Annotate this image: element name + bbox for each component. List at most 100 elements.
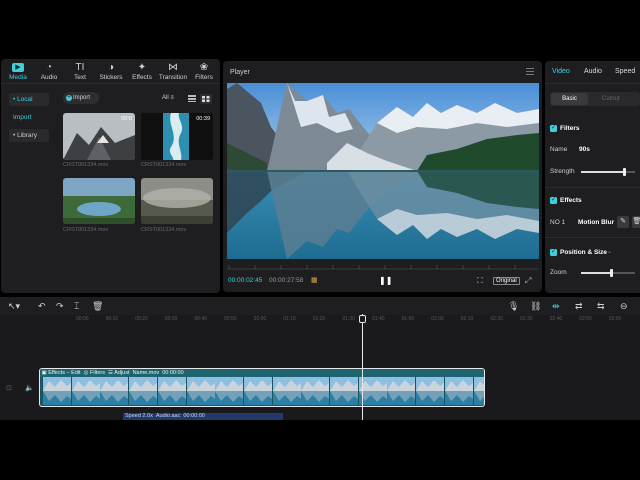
trash-icon[interactable]: 🗑: [92, 301, 103, 311]
audio-time: 00:00:00: [183, 413, 205, 419]
zoom-slider[interactable]: [581, 269, 635, 277]
video-preview[interactable]: [227, 83, 539, 259]
ruler-tick: 01:30: [342, 316, 355, 322]
playhead[interactable]: [362, 314, 363, 420]
microphone-icon[interactable]: 🎙: [508, 301, 519, 311]
video-clip[interactable]: ▣ Effects – Edit ◎ Filters ☰ Adjust Name…: [39, 368, 485, 407]
sidebar-item-import[interactable]: Import: [9, 111, 49, 124]
tabs-divider: [1, 83, 220, 84]
fullscreen-icon[interactable]: ⤢: [525, 276, 531, 286]
cover-icon[interactable]: ⊡: [6, 384, 12, 392]
mute-icon[interactable]: 🔈: [25, 384, 34, 392]
strength-slider[interactable]: [581, 168, 635, 176]
ruler-tick: 00:30: [164, 316, 178, 322]
player-panel: Player 00:00:02:45 00:00:27:58 ▦ ❚❚ ⛶ Or…: [223, 61, 542, 292]
snap-icon[interactable]: ⇄: [575, 301, 583, 311]
tab-effects[interactable]: ✦ Effects: [127, 59, 157, 85]
audio-name: Audio.aac: [155, 413, 181, 419]
tab-filters[interactable]: ❀ Filters: [189, 59, 219, 85]
strength-knob[interactable]: [623, 168, 627, 176]
audio-icon: ◔: [45, 62, 53, 73]
media-item[interactable]: [63, 178, 135, 224]
grid-view-icon[interactable]: [200, 94, 212, 104]
media-item[interactable]: 00:0: [63, 113, 135, 160]
media-name: CRST001334.mov: [141, 227, 187, 233]
position-size-label: Position & Size: [560, 249, 607, 256]
thumbnail-lake: [63, 178, 135, 224]
ruler-tick: 00:40: [194, 316, 207, 322]
undo-icon[interactable]: ↶: [38, 301, 46, 311]
list-view-icon[interactable]: [188, 95, 196, 102]
segment-cutout[interactable]: Cutout: [602, 92, 620, 106]
media-name: CRST001334.mov: [63, 227, 109, 233]
media-item[interactable]: 00:39: [141, 113, 213, 160]
playhead-handle[interactable]: [359, 315, 366, 323]
effects-label: Effects: [560, 197, 582, 204]
position-checkbox[interactable]: ✓: [550, 249, 557, 256]
clip-frame: [330, 377, 358, 405]
total-time: 00:00:27:58: [269, 277, 304, 284]
delete-icon[interactable]: 🗑: [632, 216, 640, 228]
tab-video[interactable]: Video: [552, 68, 570, 75]
ruler-tick: 01:00: [253, 316, 267, 322]
grid-icon[interactable]: ▦: [311, 276, 318, 284]
zoom-out-icon[interactable]: ⊖: [620, 301, 628, 311]
edit-icon[interactable]: ✎: [617, 216, 629, 228]
split-icon[interactable]: ⌶: [74, 301, 79, 311]
media-item[interactable]: [141, 178, 213, 224]
filters-tag-icon: ◎: [83, 370, 89, 376]
ruler-tick: 01:20: [312, 316, 326, 322]
sidebar-item-library[interactable]: • Library: [9, 129, 49, 142]
effects-checkbox[interactable]: ✓: [550, 197, 557, 204]
magnet-icon[interactable]: ⇹: [552, 301, 560, 311]
pause-icon[interactable]: ❚❚: [379, 276, 392, 285]
adjust-tag-icon: ☰: [108, 370, 113, 376]
import-button[interactable]: + Import: [63, 92, 99, 104]
tab-label: Effects: [132, 74, 152, 81]
link-icon[interactable]: ⛓: [530, 301, 541, 311]
tab-audio[interactable]: ◔ Audio: [34, 59, 64, 85]
filters-checkbox[interactable]: ✓: [550, 125, 557, 132]
tab-stickers[interactable]: ◑ Stickers: [96, 59, 126, 85]
segment-basic[interactable]: Basic: [551, 93, 588, 105]
select-cursor-icon[interactable]: ↖▾: [8, 301, 20, 311]
ruler-tick: 02:20: [490, 316, 503, 322]
fit-icon[interactable]: ⛶: [477, 276, 483, 286]
tab-media[interactable]: ▶ Media: [3, 59, 33, 85]
ruler-tick: 00:20: [135, 316, 148, 322]
sort-icon: ≡: [170, 95, 174, 101]
effects-tag-icon: ▣: [41, 370, 47, 376]
zoom-label: Zoom: [550, 269, 567, 276]
redo-icon[interactable]: ↷: [56, 301, 64, 311]
filters-icon: ❀: [199, 62, 209, 73]
player-scrubber[interactable]: [227, 264, 539, 270]
audio-clip[interactable]: Speed 2.0x Audio.aac 00:00:00: [123, 413, 283, 420]
tab-audio[interactable]: Audio: [584, 68, 602, 75]
timeline-toolbar: ↖▾ ↶ ↷ ⌶ 🗑 🎙 ⛓ ⇹ ⇄ ⇆ ⊖: [0, 297, 640, 315]
current-time: 00:00:02:45: [228, 277, 263, 284]
preview-axis-icon[interactable]: ⇆: [597, 301, 605, 311]
ratio-button[interactable]: Original: [493, 277, 520, 285]
tab-label: Stickers: [99, 74, 123, 81]
lake-mountain-image: [227, 83, 539, 259]
menu-icon[interactable]: [526, 68, 534, 76]
ruler-tick: 00:10: [105, 316, 119, 322]
tab-transition[interactable]: ⋈ Transition: [158, 59, 188, 85]
clip-frame: [100, 377, 129, 405]
tab-text[interactable]: TI Text: [65, 59, 95, 85]
tab-label: Text: [74, 74, 86, 81]
timeline-ruler[interactable]: 00:00 00:10 00:20 00:30 00:40 00:50 01:00 01:10…: [0, 315, 640, 325]
zoom-knob[interactable]: [609, 269, 613, 277]
filter-dropdown[interactable]: All ≡: [162, 95, 174, 101]
name-label: Name: [550, 146, 568, 153]
tab-label: Media: [9, 74, 27, 81]
filters-label: Filters: [560, 125, 580, 132]
ruler-tick: 02:40: [549, 316, 563, 322]
chevron-down-icon[interactable]: ⌄: [607, 248, 612, 255]
sidebar-item-local[interactable]: • Local: [9, 93, 49, 106]
clip-frame: [129, 377, 158, 405]
media-icon: ▶: [12, 63, 24, 72]
ruler-tick: 02:50: [579, 316, 592, 322]
clip-header: ▣ Effects – Edit ◎ Filters ☰ Adjust Name…: [40, 369, 484, 377]
tab-speed[interactable]: Speed: [615, 68, 635, 75]
